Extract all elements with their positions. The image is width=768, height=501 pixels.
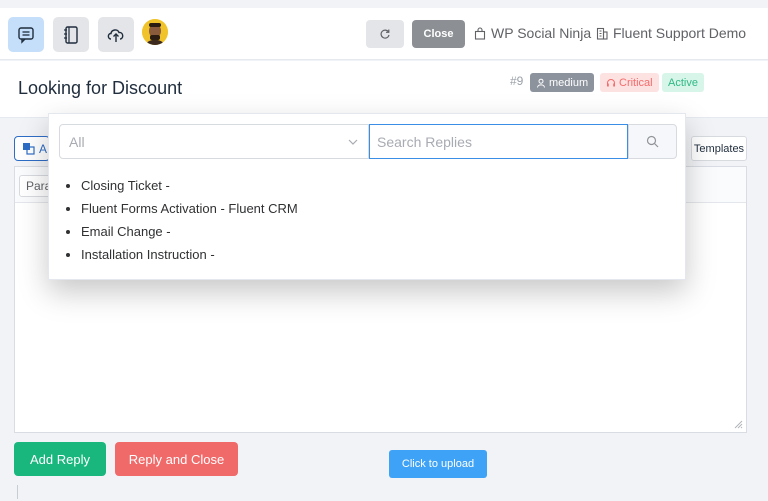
headset-icon: [607, 78, 615, 86]
list-item[interactable]: Installation Instruction -: [81, 248, 298, 272]
upload-button[interactable]: Click to upload: [389, 450, 487, 478]
product-link[interactable]: WP Social Ninja: [474, 25, 591, 41]
cloud-upload-icon: [107, 28, 124, 42]
search-icon: [646, 135, 659, 148]
reply-category-select[interactable]: All: [59, 124, 369, 159]
add-reply-button[interactable]: Add Reply: [14, 442, 106, 476]
building-icon: [596, 27, 608, 40]
notebook-icon: [64, 25, 78, 44]
ticket-title-bar: Looking for Discount #9 medium Critical …: [0, 61, 768, 118]
priority-label: medium: [549, 76, 589, 89]
critical-badge: Critical: [600, 73, 659, 92]
chat-button[interactable]: [8, 17, 44, 52]
reply-and-close-button[interactable]: Reply and Close: [115, 442, 238, 476]
close-ticket-button[interactable]: Close: [412, 20, 465, 48]
ticket-header: Close WP Social Ninja Fluent Support Dem…: [0, 8, 768, 60]
chat-icon: [18, 26, 34, 44]
cloud-upload-button[interactable]: [98, 17, 134, 52]
category-value: All: [69, 133, 85, 150]
search-replies-input[interactable]: [369, 124, 628, 159]
templates-button[interactable]: Templates: [691, 136, 747, 161]
list-item[interactable]: Closing Ticket -: [81, 179, 298, 203]
product-name: WP Social Ninja: [491, 25, 592, 41]
mailbox-link[interactable]: Fluent Support Demo: [596, 25, 746, 41]
search-button[interactable]: [628, 124, 677, 159]
saved-replies-dropdown: All Closing Ticket - Fluent Forms Activa…: [48, 113, 686, 280]
user-icon: [537, 78, 545, 88]
saved-replies-list: Closing Ticket - Fluent Forms Activation…: [81, 179, 298, 272]
refresh-icon: [380, 29, 390, 39]
page-title: Looking for Discount: [18, 78, 183, 98]
notes-button[interactable]: [53, 17, 89, 52]
ai-assist-button[interactable]: A: [14, 136, 50, 161]
refresh-button[interactable]: [366, 20, 404, 48]
ticket-number: #9: [510, 74, 524, 88]
critical-label: Critical: [619, 76, 653, 89]
resize-grip-icon[interactable]: [734, 420, 743, 429]
user-avatar-icon: [142, 19, 168, 45]
top-strip: [0, 0, 768, 8]
chevron-down-icon: [348, 139, 358, 145]
list-item[interactable]: Fluent Forms Activation - Fluent CRM: [81, 202, 298, 226]
priority-badge: medium: [530, 73, 595, 92]
mailbox-name: Fluent Support Demo: [613, 25, 747, 41]
bag-icon: [474, 26, 486, 40]
ai-assist-label: A: [39, 141, 48, 156]
translate-icon: [23, 143, 35, 155]
avatar[interactable]: [142, 19, 168, 45]
list-item[interactable]: Email Change -: [81, 225, 298, 249]
status-badge: Active: [662, 73, 704, 92]
divider: [17, 485, 18, 499]
